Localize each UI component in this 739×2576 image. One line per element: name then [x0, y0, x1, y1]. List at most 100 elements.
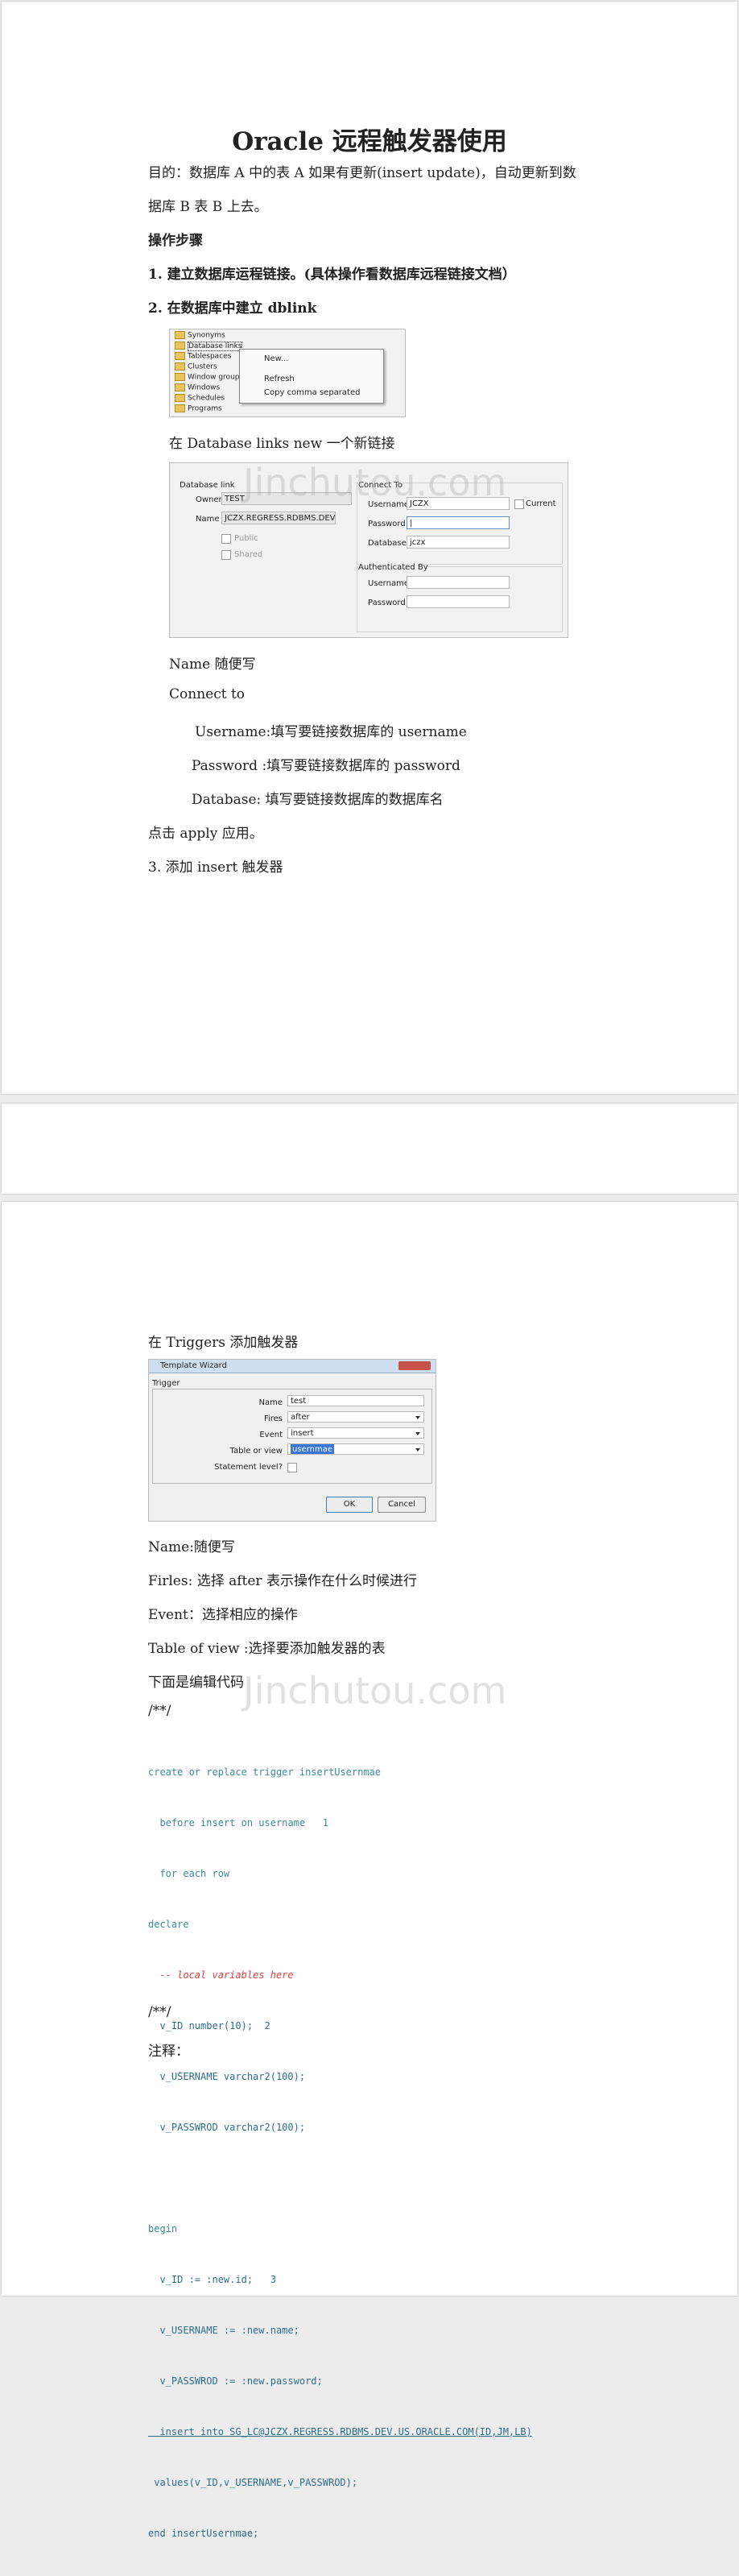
context-menu-copy: Copy comma separated — [264, 388, 361, 397]
chevron-down-icon — [415, 1416, 420, 1419]
apply-note: 点击 apply 应用。 — [148, 826, 263, 842]
wizard-event-label: Event — [259, 1431, 283, 1439]
owner-label: Owner — [196, 495, 222, 504]
code-line-13: v_PASSWROD := :new.password; — [148, 2375, 323, 2387]
name-description: Name:随便写 — [148, 1539, 235, 1555]
step-3: 3. 添加 insert 触发器 — [148, 859, 283, 876]
tree-item-synonyms: Synonyms — [175, 331, 225, 341]
code-line-2: before insert on username 1 — [148, 1817, 328, 1828]
document-title: Oracle 远程触发器使用 — [232, 127, 507, 156]
database-link-group-label: Database link — [180, 481, 235, 490]
tree-item-clusters: Clusters — [175, 362, 217, 372]
wizard-event-select: insert — [287, 1427, 424, 1439]
code-line-7: v_USERNAME varchar2(100); — [148, 2071, 306, 2082]
code-line-15: values(v_ID,v_USERNAME,v_PASSWROD); — [148, 2477, 358, 2488]
password-label: Password — [368, 520, 406, 528]
statement-level-checkbox — [287, 1463, 297, 1472]
context-menu: New... Refresh Copy comma separated — [239, 349, 384, 404]
folder-icon — [175, 373, 185, 381]
username-field: JCZX — [407, 497, 510, 510]
tree-item-database-links: Database links — [175, 341, 243, 351]
template-wizard-screenshot: Template Wizard Trigger Name test Fires … — [148, 1359, 436, 1522]
code-line-4: declare — [148, 1919, 189, 1930]
edit-code-text: 下面是编辑代码 — [148, 1675, 244, 1691]
connect-to-label: Connect To — [358, 481, 403, 490]
password-note: Password :填写要链接数据库的 password — [192, 758, 460, 774]
folder-icon — [175, 383, 185, 391]
wizard-fires-select: after — [287, 1411, 424, 1423]
trigger-code-block: create or replace trigger insertUsernmae… — [148, 1730, 532, 2576]
folder-icon — [175, 352, 185, 360]
chevron-down-icon — [415, 1448, 420, 1452]
tree-item-tablespaces: Tablespaces — [175, 352, 231, 362]
code-line-14: insert into SG_LC@JCZX.REGRESS.RDBMS.DEV… — [148, 2426, 532, 2437]
password-field: | — [407, 516, 510, 529]
auth-username-label: Username — [368, 579, 409, 588]
document-page-1: Oracle 远程触发器使用 目的：数据库 A 中的表 A 如果有更新(inse… — [2, 2, 737, 1094]
step-2: 2. 在数据库中建立 dblink — [148, 300, 317, 317]
code-line-5: -- local variables here — [148, 1969, 294, 1981]
purpose-line-2: 据库 B 表 B 上去。 — [148, 199, 268, 215]
wizard-name-label: Name — [258, 1398, 283, 1407]
database-field: jczx — [407, 536, 510, 549]
folder-icon — [175, 362, 185, 371]
wizard-name-field: test — [287, 1395, 424, 1406]
public-label: Public — [234, 534, 258, 543]
document-page-2 — [2, 1104, 737, 1194]
code-line-10: begin — [148, 2223, 178, 2234]
wizard-table-label: Table or view — [229, 1447, 283, 1456]
auth-username-field — [407, 576, 510, 589]
table-description: Table of view :选择要添加触发器的表 — [148, 1641, 386, 1657]
triggers-text: 在 Triggers 添加触发器 — [148, 1335, 299, 1351]
username-note: Username:填写要链接数据库的 username — [195, 724, 467, 740]
wizard-title: Template Wizard — [160, 1361, 227, 1370]
folder-icon — [175, 394, 185, 402]
steps-heading: 操作步骤 — [148, 233, 203, 249]
folder-icon — [175, 331, 185, 339]
shared-label: Shared — [234, 550, 263, 559]
context-menu-refresh: Refresh — [264, 375, 295, 383]
code-line-11: v_ID := :new.id; 3 — [148, 2274, 276, 2285]
code-start-marker: /**/ — [148, 1703, 171, 1719]
current-label: Current — [526, 499, 556, 508]
code-line-8: v_PASSWROD varchar2(100); — [148, 2122, 306, 2133]
new-link-text: 在 Database links new 一个新链接 — [169, 436, 395, 452]
database-link-form-screenshot: Database link Owner TEST Name JCZX.REGRE… — [169, 462, 568, 638]
context-menu-new: New... — [264, 354, 289, 363]
tree-item-programs: Programs — [175, 404, 222, 414]
chevron-down-icon — [415, 1432, 420, 1435]
folder-icon — [175, 342, 185, 350]
connect-to-note: Connect to — [169, 686, 246, 702]
code-line-3: for each row — [148, 1868, 230, 1879]
database-note: Database: 填写要链接数据库的数据库名 — [192, 792, 444, 808]
tree-item-windows: Windows — [175, 383, 220, 393]
wizard-table-select: usernmae — [287, 1443, 424, 1455]
name-note: Name 随便写 — [169, 656, 256, 673]
tree-item-window-groups: Window groups — [175, 373, 243, 383]
owner-field: TEST — [221, 492, 352, 505]
database-links-tree-screenshot: Synonyms Database links Tablespaces Clus… — [169, 329, 406, 417]
cancel-button: Cancel — [378, 1497, 426, 1513]
public-checkbox — [221, 534, 231, 544]
folder-icon — [175, 404, 185, 412]
document-page-3: 在 Triggers 添加触发器 Template Wizard Trigger… — [2, 1202, 737, 2539]
shared-checkbox — [221, 550, 231, 560]
code-line-6: v_ID number(10); 2 — [148, 2020, 270, 2031]
firles-description: Firles: 选择 after 表示操作在什么时候进行 — [148, 1573, 417, 1589]
name-field: JCZX.REGRESS.RDBMS.DEV. — [221, 511, 336, 524]
close-icon — [398, 1361, 431, 1370]
current-checkbox — [514, 499, 524, 509]
username-label: Username — [368, 500, 409, 509]
code-line-16: end insertUsernmae; — [148, 2528, 259, 2539]
database-label: Database — [368, 539, 407, 548]
auth-password-field — [407, 595, 510, 608]
code-end-marker: /**/ — [148, 2004, 171, 2020]
wizard-statement-label: Statement level? — [214, 1463, 283, 1472]
code-line-12: v_USERNAME := :new.name; — [148, 2325, 299, 2336]
step-1: 1. 建立数据库运程链接。(具体操作看数据库远程链接文档） — [148, 267, 516, 283]
watermark: Jinchutou.com — [243, 1669, 507, 1713]
notes-label: 注释： — [148, 2044, 189, 2060]
event-description: Event：选择相应的操作 — [148, 1607, 298, 1623]
name-label: Name — [196, 515, 220, 524]
